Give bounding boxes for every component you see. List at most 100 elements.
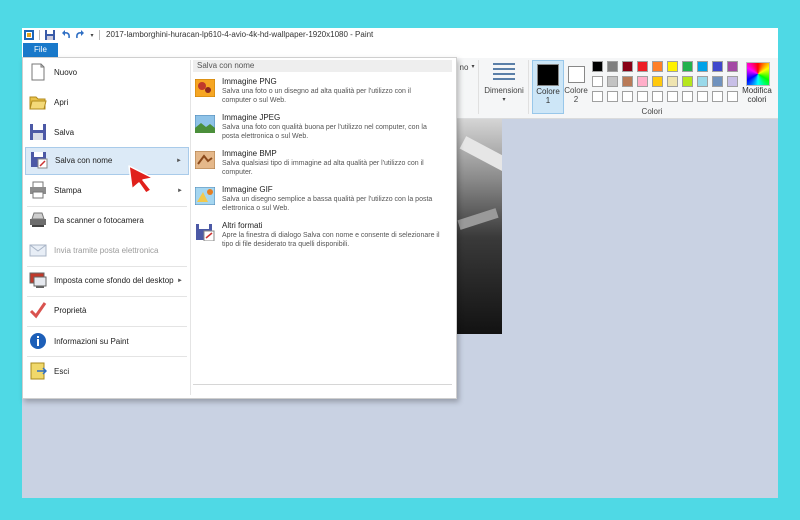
palette-swatch[interactable] (652, 61, 663, 72)
colore-1-label: Colore (536, 87, 560, 96)
colore-1-swatch (537, 64, 559, 86)
dimensions-icon (493, 63, 515, 80)
palette-swatch[interactable] (652, 91, 663, 102)
save-as-submenu: Salva con nome Immagine PNG Salva una fo… (191, 60, 454, 382)
palette-swatch[interactable] (682, 61, 693, 72)
palette-swatch[interactable] (592, 91, 603, 102)
undo-icon[interactable] (60, 29, 72, 41)
palette-swatch[interactable] (727, 76, 738, 87)
palette-swatch[interactable] (727, 91, 738, 102)
palette-swatch[interactable] (607, 61, 618, 72)
palette-swatch[interactable] (607, 91, 618, 102)
palette-swatch[interactable] (667, 91, 678, 102)
palette-swatch[interactable] (667, 61, 678, 72)
colore-2-swatch (568, 66, 585, 83)
menu-item-label: Nuovo (54, 68, 78, 77)
palette-swatch[interactable] (667, 76, 678, 87)
menu-item-salva[interactable]: Salva (23, 119, 189, 147)
submenu-item-name: Immagine BMP (222, 149, 277, 158)
gif-image-icon (195, 187, 215, 205)
menu-item-stampa[interactable]: Stampa ► (23, 177, 189, 205)
submenu-arrow-icon: ► (177, 278, 183, 284)
submenu-item-altri-formati[interactable]: Altri formati Apre la finestra di dialog… (195, 221, 450, 255)
menu-item-scanner[interactable]: Da scanner o fotocamera (23, 207, 189, 235)
palette-swatch[interactable] (622, 61, 633, 72)
menu-item-label: Salva con nome (55, 156, 113, 165)
menu-item-apri[interactable]: Apri (23, 89, 189, 117)
menu-item-label: Da scanner o fotocamera (54, 216, 144, 225)
quick-save-icon[interactable] (44, 29, 56, 41)
palette-swatch[interactable] (712, 61, 723, 72)
partial-dropdown-icon: ▾ (471, 64, 475, 70)
car-photo (454, 119, 502, 334)
palette-swatch[interactable] (637, 61, 648, 72)
menu-item-nuovo[interactable]: Nuovo (23, 59, 189, 87)
info-icon (30, 333, 46, 349)
menu-item-label: Apri (54, 98, 69, 107)
menu-item-label: Imposta come sfondo del desktop (54, 276, 174, 285)
ribbon-separator (528, 60, 529, 114)
submenu-item-name: Immagine PNG (222, 77, 277, 86)
paint-app-icon (24, 29, 34, 41)
edit-colors-icon[interactable] (746, 62, 770, 86)
palette-swatch[interactable] (622, 76, 633, 87)
menu-item-proprieta[interactable]: Proprietà (23, 297, 189, 325)
submenu-item-desc: Salva un disegno semplice a bassa qualit… (222, 196, 433, 212)
title-bar: ▾ 2017-lamborghini-huracan-lp610-4-avio-… (22, 28, 778, 42)
properties-check-icon (29, 302, 47, 319)
submenu-bottom-border (193, 384, 452, 385)
file-menu: Nuovo Apri Salva Salva con nome ► Stampa… (22, 57, 457, 399)
menu-item-informazioni[interactable]: Informazioni su Paint (23, 328, 189, 356)
submenu-item-jpeg[interactable]: Immagine JPEG Salva una foto con qualità… (195, 113, 450, 147)
menu-item-esci[interactable]: Esci (23, 358, 189, 386)
email-icon (29, 244, 47, 257)
menu-item-sfondo-desktop[interactable]: Imposta come sfondo del desktop ► (23, 267, 189, 295)
menu-item-label: Salva (54, 128, 75, 137)
ribbon-separator (478, 60, 479, 114)
red-arrow-cursor-icon (128, 165, 154, 194)
scanner-icon (30, 212, 46, 227)
submenu-arrow-icon: ► (176, 158, 182, 164)
submenu-item-gif[interactable]: Immagine GIF Salva un disegno semplice a… (195, 185, 450, 219)
palette-swatch[interactable] (592, 61, 603, 72)
colore-2-button[interactable]: Colore 2 (564, 60, 588, 112)
menu-separator (27, 326, 187, 327)
dimensioni-dropdown-icon: ▾ (502, 97, 506, 103)
customize-toolbar-icon[interactable]: ▾ (88, 29, 96, 41)
palette-swatch[interactable] (727, 61, 738, 72)
palette-swatch[interactable] (697, 76, 708, 87)
palette-swatch[interactable] (697, 91, 708, 102)
palette-swatch[interactable] (682, 76, 693, 87)
palette-swatch[interactable] (592, 76, 603, 87)
palette-swatch[interactable] (607, 76, 618, 87)
colore-1-button[interactable]: Colore 1 (532, 60, 564, 114)
redo-icon[interactable] (74, 29, 86, 41)
submenu-item-desc: Salva qualsiasi tipo di immagine ad alta… (222, 160, 424, 176)
menu-item-label: Informazioni su Paint (54, 337, 129, 346)
dimensioni-button[interactable]: Dimensioni ▾ (484, 60, 524, 114)
menu-item-label: Proprietà (54, 306, 87, 315)
palette-swatch[interactable] (637, 76, 648, 87)
palette-swatch[interactable] (652, 76, 663, 87)
submenu-item-name: Immagine GIF (222, 185, 273, 194)
menu-item-label: Esci (54, 367, 70, 376)
colore-2-label: Colore (564, 86, 588, 95)
menu-item-email: Invia tramite posta elettronica (23, 237, 189, 265)
palette-swatch[interactable] (697, 61, 708, 72)
submenu-item-png[interactable]: Immagine PNG Salva una foto o un disegno… (195, 77, 450, 111)
file-tab[interactable]: File (23, 43, 58, 57)
exit-icon (30, 362, 47, 380)
submenu-item-bmp[interactable]: Immagine BMP Salva qualsiasi tipo di imm… (195, 149, 450, 183)
menu-item-label: Invia tramite posta elettronica (54, 246, 159, 255)
other-formats-icon (196, 224, 215, 241)
dimensioni-label: Dimensioni (484, 86, 524, 95)
save-as-icon (31, 152, 48, 169)
palette-swatch[interactable] (622, 91, 633, 102)
palette-swatch[interactable] (712, 91, 723, 102)
submenu-item-desc: Salva una foto o un disegno ad alta qual… (222, 88, 411, 104)
palette-swatch[interactable] (637, 91, 648, 102)
colore-1-number: 1 (545, 96, 551, 105)
palette-swatch[interactable] (682, 91, 693, 102)
menu-item-salva-con-nome[interactable]: Salva con nome ► (25, 147, 189, 175)
palette-swatch[interactable] (712, 76, 723, 87)
